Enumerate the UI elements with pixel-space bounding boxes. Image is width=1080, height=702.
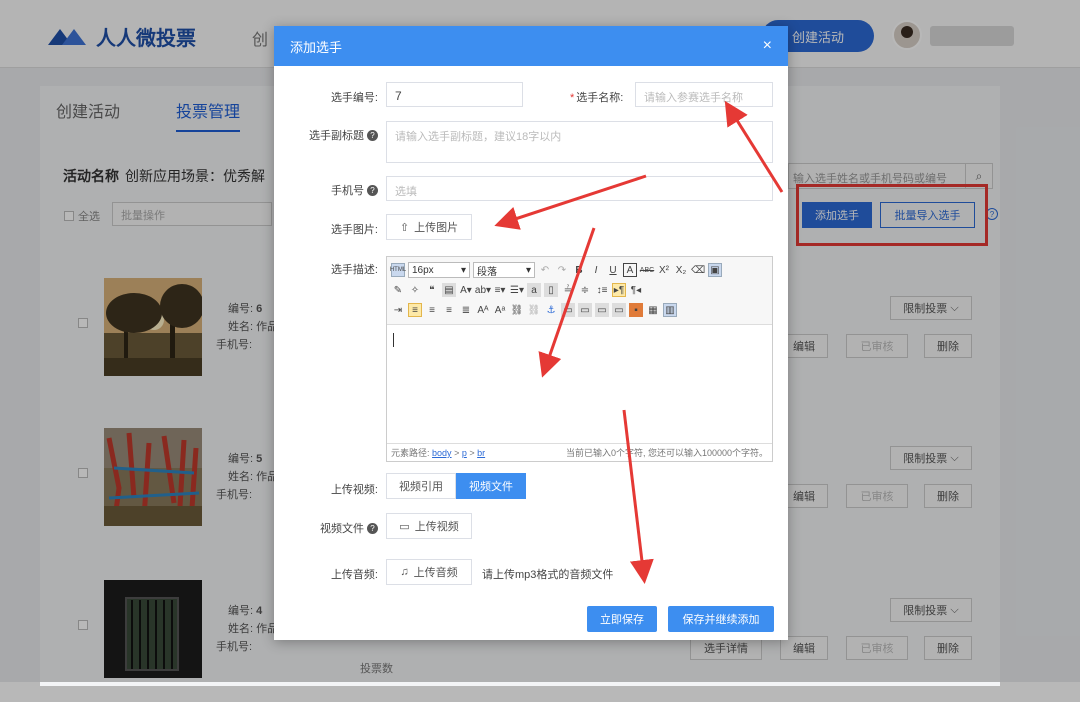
font-size-select[interactable]: 16px ▾ [408, 262, 470, 278]
player-no-input[interactable]: 7 [386, 82, 523, 107]
ltr-direction-icon[interactable]: ▸¶ [612, 283, 626, 297]
subscript-icon[interactable]: X₂ [674, 263, 688, 277]
description-label: 选手描述: [330, 264, 378, 276]
editor-content-area[interactable] [387, 325, 772, 443]
element-path: 元素路径: body > p > br [391, 448, 486, 458]
rtl-direction-icon[interactable]: ¶◂ [629, 283, 643, 297]
player-name-label: * 选手名称: [570, 92, 624, 104]
superscript-icon[interactable]: X² [657, 263, 671, 277]
editor-toolbar: HTML 16px ▾ 段落 ▾ ↶ ↷ B I U A ABC X² X₂ ⌫ ▣… [387, 257, 772, 325]
upload-icon: ⇧ [399, 221, 410, 234]
unordered-list-icon[interactable]: ☰▾ [510, 283, 524, 297]
format-brush-icon[interactable]: ✎ [391, 283, 405, 297]
ordered-list-icon[interactable]: ≡▾ [493, 283, 507, 297]
path-body-link[interactable]: body [432, 448, 452, 458]
video-source-toggle: 视频引用 视频文件 [386, 473, 526, 499]
char-count: 当前已输入0个字符, 您还可以输入100000个字符。 [565, 448, 768, 458]
case-lower-icon[interactable]: Aᵃ [493, 303, 507, 317]
editor-footer: 元素路径: body > p > br 当前已输入0个字符, 您还可以输入100… [387, 443, 772, 461]
underline-icon[interactable]: U [606, 263, 620, 277]
dialog-header: 添加选手 × [274, 26, 788, 66]
background-color-icon[interactable]: ab▾ [475, 283, 491, 297]
bold-icon[interactable]: B [572, 263, 586, 277]
video-file-label: 视频文件? [320, 520, 378, 536]
upload-audio-button[interactable]: ♫ 上传音频 [386, 559, 472, 585]
case-upper-icon[interactable]: Aᴬ [476, 303, 490, 317]
align-right-icon[interactable]: ≡ [442, 303, 456, 317]
question-icon[interactable]: ? [367, 129, 378, 141]
image-left-icon[interactable]: ▭ [578, 303, 592, 317]
rich-text-editor: HTML 16px ▾ 段落 ▾ ↶ ↷ B I U A ABC X² X₂ ⌫ ▣… [386, 256, 773, 462]
question-icon[interactable]: ? [367, 522, 378, 534]
html-source-icon[interactable]: HTML [390, 263, 406, 277]
font-color-icon[interactable]: A▾ [459, 283, 473, 297]
save-button[interactable]: 立即保存 [587, 606, 657, 632]
save-and-continue-button[interactable]: 保存并继续添加 [668, 606, 774, 632]
fullscreen-icon[interactable]: ▣ [708, 263, 722, 277]
image-center-icon[interactable]: ▭ [612, 303, 626, 317]
align-left-icon[interactable]: ≡ [408, 303, 422, 317]
link-icon[interactable]: ⛓ [510, 303, 524, 317]
subtitle-label: 选手副标题? [309, 127, 378, 143]
tab-video-reference[interactable]: 视频引用 [386, 473, 456, 499]
insert-table-icon[interactable]: ▦ [646, 303, 660, 317]
image-none-icon[interactable]: ▭ [561, 303, 575, 317]
subtitle-textarea[interactable]: 请输入选手副标题，建议18字以内 [386, 121, 773, 163]
select-all-editor-icon[interactable]: a [527, 283, 541, 297]
question-icon[interactable]: ? [367, 184, 378, 196]
image-label: 选手图片: [330, 224, 378, 236]
close-icon[interactable]: × [763, 37, 772, 55]
phone-label: 手机号? [331, 182, 378, 198]
anchor-icon[interactable]: ⚓ [544, 303, 558, 317]
row-spacing-top-icon[interactable]: ≟ [561, 283, 575, 297]
font-border-icon[interactable]: A [623, 263, 637, 277]
eraser-icon[interactable]: ⌫ [691, 263, 705, 277]
audio-format-tip: 请上传mp3格式的音频文件 [482, 569, 614, 581]
image-right-icon[interactable]: ▭ [595, 303, 609, 317]
video-icon: ▭ [399, 520, 410, 533]
headphones-icon: ♫ [400, 566, 409, 578]
insert-image-icon[interactable]: ▪ [629, 303, 643, 317]
clear-doc-icon[interactable]: ▯ [544, 283, 558, 297]
unlink-icon[interactable]: ⛓ [527, 303, 541, 317]
phone-input[interactable]: 选填 [386, 176, 773, 201]
upload-video-button[interactable]: ▭ 上传视频 [386, 513, 472, 539]
indent-icon[interactable]: ⇥ [391, 303, 405, 317]
align-justify-icon[interactable]: ≣ [459, 303, 473, 317]
path-br-link[interactable]: br [477, 448, 485, 458]
upload-image-button[interactable]: ⇧ 上传图片 [386, 214, 472, 240]
text-caret [393, 333, 394, 347]
paragraph-select[interactable]: 段落 ▾ [473, 262, 535, 278]
undo-icon[interactable]: ↶ [538, 263, 552, 277]
audio-label: 上传音频: [330, 569, 378, 581]
path-p-link[interactable]: p [462, 448, 467, 458]
paste-text-icon[interactable]: ▤ [442, 283, 456, 297]
align-center-icon[interactable]: ≡ [425, 303, 439, 317]
tab-video-file[interactable]: 视频文件 [456, 473, 526, 499]
line-height-icon[interactable]: ↕≡ [595, 283, 609, 297]
auto-format-icon[interactable]: ✧ [408, 283, 422, 297]
add-player-dialog: 添加选手 × 选手编号: 7 * 选手名称: 请输入参赛选手名称 选手副标题? 请… [274, 26, 788, 640]
redo-icon[interactable]: ↷ [555, 263, 569, 277]
player-name-input[interactable]: 请输入参赛选手名称 [635, 82, 773, 107]
player-no-label: 选手编号: [330, 92, 378, 104]
italic-icon[interactable]: I [589, 263, 603, 277]
blockquote-icon[interactable]: ❝ [425, 283, 439, 297]
template-icon[interactable]: ▥ [663, 303, 677, 317]
strikethrough-icon[interactable]: ABC [640, 263, 654, 277]
dialog-title: 添加选手 [290, 39, 343, 55]
row-spacing-bottom-icon[interactable]: ≑ [578, 283, 592, 297]
video-label: 上传视频: [330, 484, 378, 496]
